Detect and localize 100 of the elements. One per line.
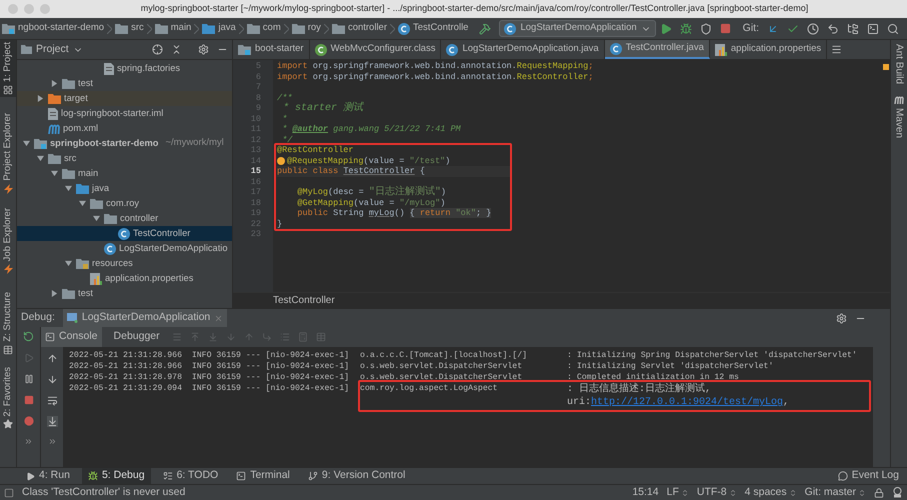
session-tab[interactable]: LogStarterDemoApplication	[62, 309, 228, 327]
locate-icon[interactable]	[152, 44, 163, 55]
tree-item[interactable]: com.roy	[17, 196, 232, 211]
url-link[interactable]: http://127.0.0.1:9024/test/myLog	[591, 397, 784, 408]
stop-icon[interactable]	[720, 23, 731, 34]
debug-tab[interactable]: Debugger	[110, 327, 164, 347]
tree-item[interactable]: test	[17, 286, 232, 301]
breadcrumb-item[interactable]: roy	[308, 21, 321, 36]
tab-list-icon[interactable]	[831, 44, 842, 55]
project-view-dropdown[interactable]: Project	[21, 42, 83, 58]
tree-item[interactable]: controller	[17, 211, 232, 226]
tree-item[interactable]: TestController	[17, 226, 232, 241]
debug-icon[interactable]	[680, 22, 692, 34]
expanded-arrow-icon[interactable]	[79, 200, 86, 207]
expanded-arrow-icon[interactable]	[51, 170, 58, 177]
expanded-arrow-icon[interactable]	[65, 260, 72, 267]
status-item[interactable]: UTF-8	[696, 484, 737, 500]
tool-window-button[interactable]: Project Explorer	[0, 111, 16, 196]
breadcrumb-item[interactable]: controller	[348, 21, 388, 36]
run-configuration-dropdown[interactable]: LogStarterDemoApplication	[499, 20, 656, 37]
expanded-arrow-icon[interactable]	[23, 140, 30, 147]
tree-item[interactable]: resources	[17, 256, 232, 271]
tool-window-button[interactable]: Maven	[892, 96, 906, 138]
down-arrow-icon[interactable]	[46, 374, 58, 385]
editor-tab[interactable]: LogStarterDemoApplication.java	[441, 40, 605, 59]
panel-toggle-icon[interactable]	[4, 488, 14, 498]
lock-icon[interactable]	[874, 488, 884, 498]
settings-icon[interactable]	[198, 44, 209, 55]
status-item[interactable]: Git: master	[804, 484, 866, 500]
debug-tab[interactable]: Console	[41, 327, 102, 347]
coverage-icon[interactable]	[700, 22, 712, 34]
editor-breadcrumb[interactable]: TestController	[273, 293, 335, 308]
up-arrow-icon[interactable]	[46, 353, 58, 364]
revert-icon[interactable]	[827, 22, 839, 34]
tree-item-label: spring.factories	[117, 62, 180, 75]
breakpoints-icon[interactable]	[24, 416, 34, 426]
tool-window-tab[interactable]: 6: TODO	[156, 468, 224, 484]
collapsed-arrow-icon[interactable]	[37, 95, 44, 102]
editor-tab[interactable]: WebMvcConfigurer.class	[310, 40, 442, 59]
soft-wrap-icon[interactable]	[46, 395, 58, 406]
caret-position[interactable]: 15:14	[632, 484, 659, 500]
expanded-arrow-icon[interactable]	[37, 155, 44, 162]
tree-item[interactable]: log-springboot-starter.iml	[17, 106, 232, 121]
tree-item[interactable]: pom.xml	[17, 121, 232, 136]
tool-window-tab[interactable]: 5: Debug	[82, 468, 151, 484]
tree-item[interactable]: springboot-starter-demo ~/mywork/myl	[17, 136, 232, 151]
tool-window-button[interactable]: 2: Favorites	[0, 364, 16, 432]
expanded-arrow-icon[interactable]	[93, 215, 100, 222]
breadcrumb-item[interactable]: TestControlle	[413, 21, 468, 36]
stop-icon[interactable]	[24, 395, 34, 405]
status-item[interactable]: LF	[666, 484, 689, 500]
pause-icon[interactable]	[24, 374, 34, 384]
status-item[interactable]: 4 spaces	[744, 484, 797, 500]
tree-item[interactable]: java	[17, 181, 232, 196]
lightbulb-icon[interactable]	[277, 156, 285, 165]
folder-icon	[332, 23, 345, 34]
tool-window-button[interactable]: Z: Structure	[0, 290, 16, 357]
tree-item[interactable]: src	[17, 151, 232, 166]
rerun-icon[interactable]	[23, 331, 34, 342]
tree-item[interactable]: LogStarterDemoApplicatio	[17, 241, 232, 256]
settings-icon[interactable]	[836, 312, 847, 324]
tree-item[interactable]: application.properties	[17, 271, 232, 286]
breadcrumb-item[interactable]: com	[262, 21, 281, 36]
breadcrumb-item[interactable]: main	[170, 21, 192, 36]
run-icon[interactable]	[660, 22, 672, 34]
collapsed-arrow-icon[interactable]	[51, 290, 58, 297]
editor-tab[interactable]: application.properties	[710, 40, 828, 59]
tool-window-button[interactable]: Job Explorer	[0, 206, 16, 276]
terminal-icon[interactable]	[867, 22, 879, 34]
project-structure-icon[interactable]	[847, 22, 859, 34]
collapsed-arrow-icon[interactable]	[51, 80, 58, 87]
tree-item[interactable]: test	[17, 76, 232, 91]
collapse-all-icon[interactable]	[171, 44, 182, 55]
more-icon[interactable]	[48, 437, 56, 446]
properties-file-icon	[714, 44, 727, 56]
folder-icon	[292, 23, 305, 34]
tree-item[interactable]: target	[17, 91, 232, 106]
build-icon[interactable]	[479, 22, 492, 34]
more-icon[interactable]	[24, 437, 33, 446]
branch-icon	[308, 471, 318, 481]
history-icon[interactable]	[807, 22, 819, 34]
search-icon[interactable]	[887, 22, 899, 34]
terminal-icon	[236, 471, 246, 481]
expanded-arrow-icon[interactable]	[65, 185, 72, 192]
tool-window-tab[interactable]: 4: Run	[20, 468, 76, 484]
event-log-button[interactable]: Event Log	[838, 468, 899, 484]
breadcrumb-item[interactable]: java	[218, 21, 236, 36]
tool-window-button[interactable]: 1: Project	[0, 40, 16, 98]
breadcrumb-item[interactable]: ngboot-starter-demo	[18, 21, 104, 36]
scroll-to-end-icon[interactable]	[46, 416, 58, 427]
commit-icon[interactable]	[787, 22, 799, 34]
breadcrumb-item[interactable]: src	[131, 21, 144, 36]
editor-tab[interactable]: boot-starter	[233, 40, 310, 59]
tree-item[interactable]: main	[17, 166, 232, 181]
tree-item[interactable]: spring.factories	[17, 61, 232, 76]
editor-tab[interactable]: TestController.java	[604, 40, 710, 59]
tool-window-tab[interactable]: Terminal	[230, 468, 296, 484]
tool-window-button[interactable]: Ant Build	[892, 44, 906, 84]
chevron-icon	[107, 24, 112, 34]
tool-window-tab[interactable]: 9: Version Control	[302, 468, 412, 484]
